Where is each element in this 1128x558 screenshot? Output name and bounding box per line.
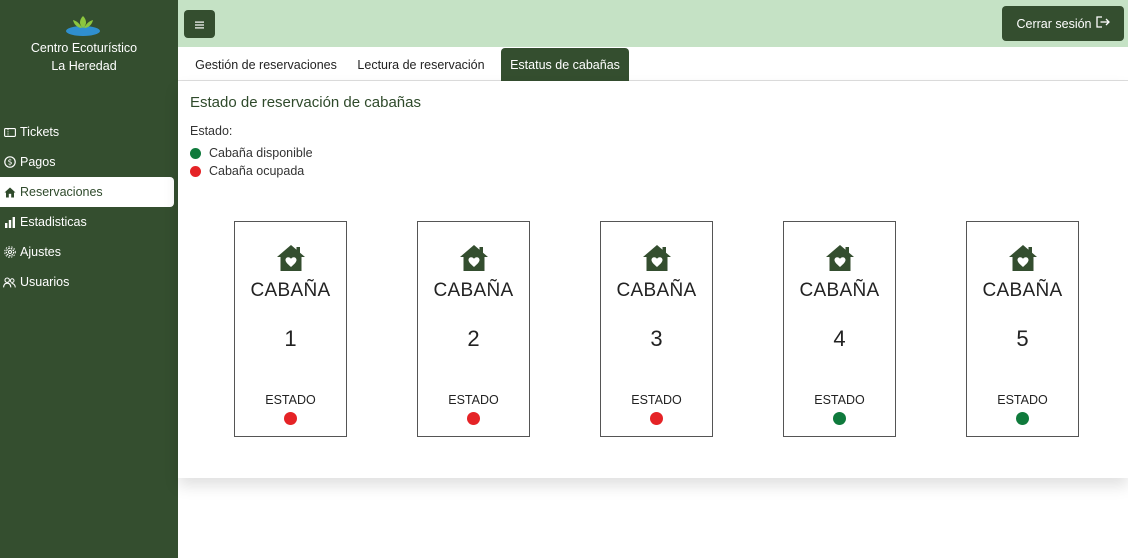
cabin-state-label: ESTADO xyxy=(631,393,682,407)
cabin-number: 5 xyxy=(1016,326,1029,351)
logout-icon xyxy=(1095,16,1110,31)
top-bar: Cerrar sesión xyxy=(178,0,1128,47)
sidebar-item-reservaciones[interactable]: Reservaciones xyxy=(0,177,174,207)
status-dot-occupied xyxy=(190,165,201,177)
cabin-title: CABAÑA xyxy=(616,280,697,301)
page-title: Estado de reservación de cabañas xyxy=(190,94,421,111)
sidebar-item-label: Usuarios xyxy=(20,275,70,289)
sidebar-item-label: Tickets xyxy=(20,125,60,139)
svg-text:$: $ xyxy=(7,158,12,167)
tab-gestion-reservaciones[interactable]: Gestión de reservaciones xyxy=(183,48,349,81)
cabin-state-label: ESTADO xyxy=(265,393,316,407)
cabin-status-dot xyxy=(284,412,297,425)
house-heart-icon xyxy=(277,245,305,271)
legend-text: Cabaña ocupada xyxy=(209,164,305,178)
cabin-state-label: ESTADO xyxy=(997,393,1048,407)
cabin-title: CABAÑA xyxy=(799,280,880,301)
cabin-title: CABAÑA xyxy=(433,280,514,301)
tab-estatus-cabanas[interactable]: Estatus de cabañas xyxy=(501,48,629,81)
tab-bar: Gestión de reservaciones Lectura de rese… xyxy=(178,47,1128,81)
hamburger-icon xyxy=(195,16,204,32)
legend-item-ocupada: Cabaña ocupada xyxy=(190,164,304,178)
cabin-state-label: ESTADO xyxy=(814,393,865,407)
house-heart-icon xyxy=(460,245,488,271)
sidebar: Centro Ecoturístico La Heredad Tickets $… xyxy=(0,0,178,558)
cabin-status-dot xyxy=(467,412,480,425)
status-dot-available xyxy=(190,147,201,159)
cabin-status-dot xyxy=(650,412,663,425)
logout-button[interactable]: Cerrar sesión xyxy=(1002,6,1124,41)
legend-text: Cabaña disponible xyxy=(209,146,313,160)
cabin-status-dot xyxy=(1016,412,1029,425)
cabin-number: 3 xyxy=(650,326,663,351)
brand-name: Centro Ecoturístico La Heredad xyxy=(0,39,168,75)
sidebar-item-label: Estadisticas xyxy=(20,215,87,229)
cabin-card-2[interactable]: CABAÑA 2 ESTADO xyxy=(417,221,530,437)
cabin-status-dot xyxy=(833,412,846,425)
cabin-card-1[interactable]: CABAÑA 1 ESTADO xyxy=(234,221,347,437)
sidebar-item-label: Pagos xyxy=(20,155,56,169)
tab-lectura-reservacion[interactable]: Lectura de reservación xyxy=(349,48,493,81)
sidebar-item-estadisticas[interactable]: Estadisticas xyxy=(0,207,178,237)
logout-button-label: Cerrar sesión xyxy=(1016,16,1092,31)
legend-item-disponible: Cabaña disponible xyxy=(190,146,313,160)
users-icon xyxy=(3,276,16,289)
cabin-number: 4 xyxy=(833,326,846,351)
sidebar-item-tickets[interactable]: Tickets xyxy=(0,117,178,147)
cabin-title: CABAÑA xyxy=(982,280,1063,301)
sidebar-item-label: Ajustes xyxy=(20,245,61,259)
brand-line-2: La Heredad xyxy=(51,59,117,73)
house-heart-icon xyxy=(643,245,671,271)
sidebar-nav: Tickets $ Pagos Reservaciones Estadistic… xyxy=(0,117,178,297)
menu-toggle-button[interactable] xyxy=(184,10,215,38)
cabin-title: CABAÑA xyxy=(250,280,331,301)
sidebar-item-usuarios[interactable]: Usuarios xyxy=(0,267,178,297)
main-panel: Estado de reservación de cabañas Estado:… xyxy=(178,81,1128,478)
house-icon xyxy=(3,186,16,199)
cabin-number: 1 xyxy=(284,326,297,351)
sidebar-item-pagos[interactable]: $ Pagos xyxy=(0,147,178,177)
house-heart-icon xyxy=(826,245,854,271)
cabin-card-3[interactable]: CABAÑA 3 ESTADO xyxy=(600,221,713,437)
cabin-card-5[interactable]: CABAÑA 5 ESTADO xyxy=(966,221,1079,437)
sidebar-item-label: Reservaciones xyxy=(20,185,103,199)
dollar-circle-icon: $ xyxy=(3,156,16,169)
cabin-state-label: ESTADO xyxy=(448,393,499,407)
legend-label: Estado: xyxy=(190,124,233,138)
ticket-icon xyxy=(3,126,16,139)
bar-chart-icon xyxy=(3,216,16,229)
cabin-card-4[interactable]: CABAÑA 4 ESTADO xyxy=(783,221,896,437)
house-heart-icon xyxy=(1009,245,1037,271)
lotus-logo-icon xyxy=(66,16,100,36)
sidebar-item-ajustes[interactable]: Ajustes xyxy=(0,237,178,267)
gear-icon xyxy=(3,246,16,259)
cabin-number: 2 xyxy=(467,326,480,351)
brand-line-1: Centro Ecoturístico xyxy=(30,41,138,55)
